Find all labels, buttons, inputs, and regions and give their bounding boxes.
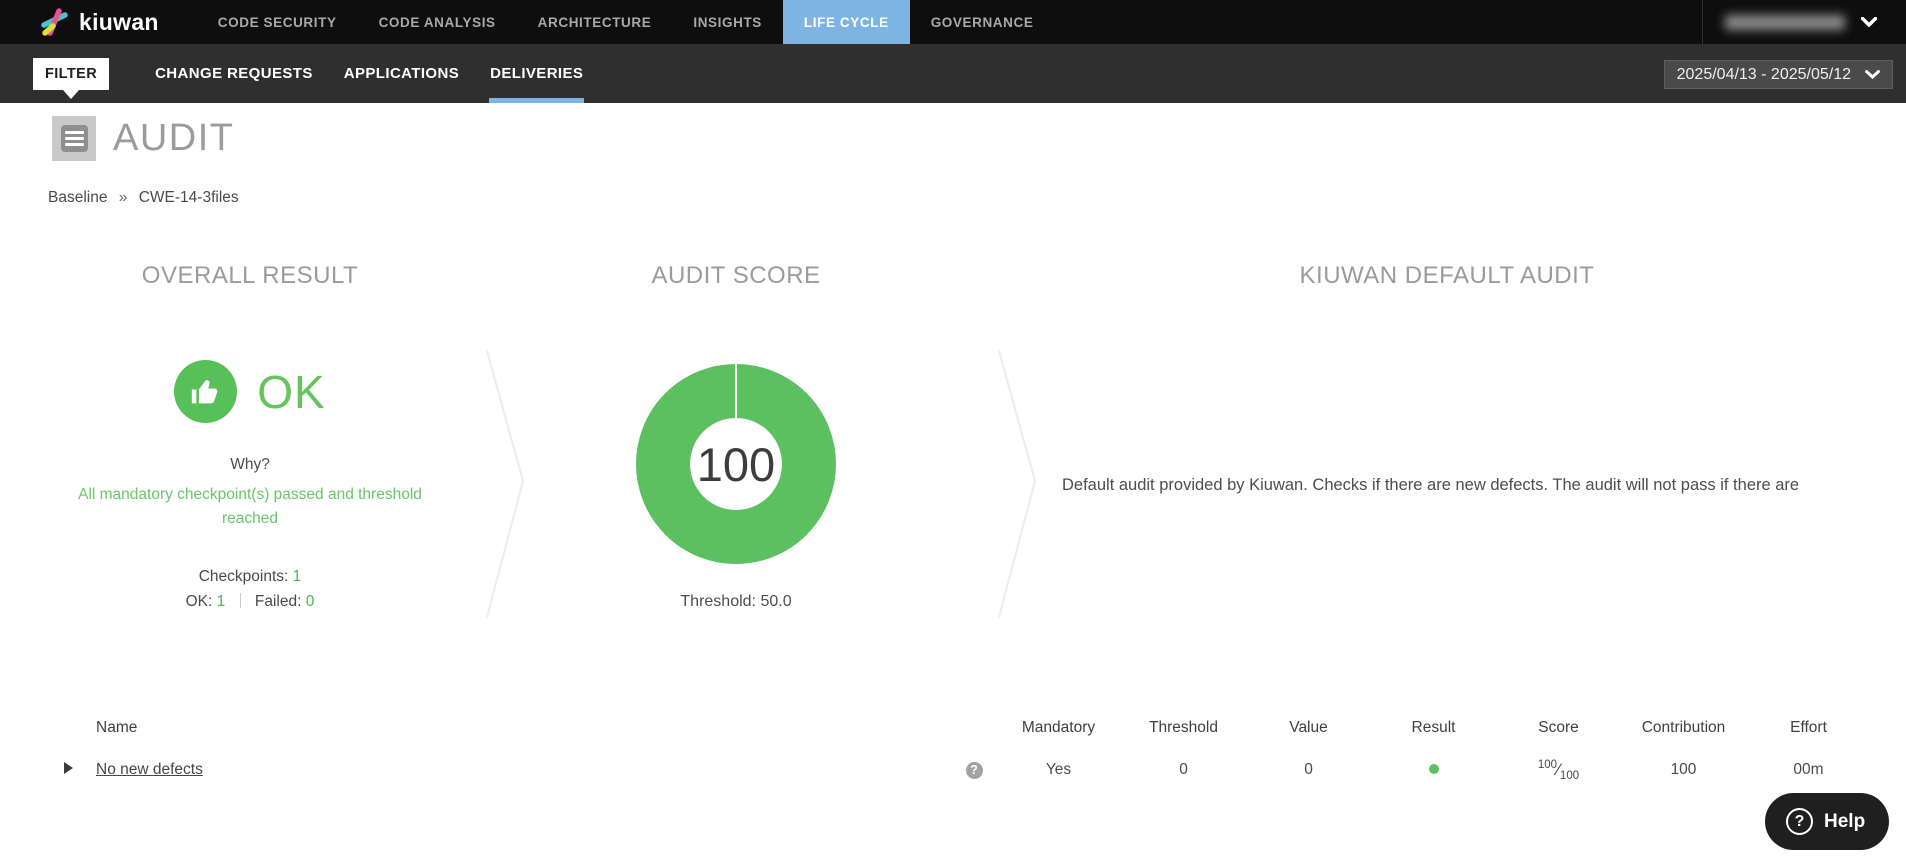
cell-threshold: 0	[1179, 761, 1188, 778]
audit-score-section: AUDIT SCORE 100 Threshold: 50.0	[536, 262, 936, 611]
cell-mandatory: Yes	[1045, 761, 1072, 778]
column-header-result: Result	[1411, 719, 1456, 736]
overall-reason: All mandatory checkpoint(s) passed and t…	[78, 486, 422, 528]
score-denominator: 100	[1559, 769, 1580, 782]
column-header-effort: Effort	[1790, 719, 1827, 736]
audit-score-heading: AUDIT SCORE	[651, 262, 821, 289]
column-header-mandatory: Mandatory	[1021, 719, 1096, 736]
top-nav-bar: kiuwan CODE SECURITY CODE ANALYSIS ARCHI…	[0, 0, 1906, 44]
table-header-row: Name Mandatory Threshold Value Result Sc…	[40, 712, 1891, 744]
audit-score-donut: 100	[636, 364, 836, 564]
chevron-down-icon	[1861, 17, 1877, 27]
tab-change-requests[interactable]: CHANGE REQUESTS	[140, 44, 328, 103]
sub-tabs: CHANGE REQUESTS APPLICATIONS DELIVERIES	[140, 44, 599, 103]
threshold-label: Threshold:	[680, 593, 756, 610]
breadcrumb: Baseline » CWE-14-3files	[48, 189, 239, 207]
expand-row-icon[interactable]	[63, 762, 73, 774]
cell-effort: 00m	[1793, 761, 1824, 778]
threshold-value: 50.0	[760, 593, 792, 610]
user-account-menu[interactable]	[1702, 0, 1906, 44]
table-row: No new defects Yes 0 0 100100 100 00m	[40, 750, 1891, 790]
filter-button[interactable]: FILTER	[33, 57, 110, 99]
date-range-dropdown[interactable]: 2025/04/13 - 2025/05/12	[1663, 60, 1893, 89]
column-header-threshold: Threshold	[1149, 719, 1218, 736]
checkpoints-table: Name Mandatory Threshold Value Result Sc…	[40, 712, 1891, 790]
column-header-name: Name	[96, 719, 138, 736]
kiuwan-logo[interactable]: kiuwan	[0, 0, 197, 44]
ok-value: 1	[216, 593, 226, 611]
default-audit-heading: KIUWAN DEFAULT AUDIT	[1299, 262, 1595, 289]
ok-failed-line: OK: 1 Failed: 0	[30, 593, 470, 611]
page-title-row: AUDIT	[52, 116, 235, 161]
result-pass-icon	[1428, 764, 1439, 774]
nav-item-governance[interactable]: GOVERNANCE	[910, 0, 1055, 44]
question-circle-icon[interactable]	[965, 761, 983, 779]
life-cycle-sub-nav: FILTER CHANGE REQUESTS APPLICATIONS DELI…	[0, 44, 1906, 103]
overall-result-heading: OVERALL RESULT	[141, 262, 359, 289]
cell-contribution: 100	[1670, 761, 1697, 778]
why-label: Why?	[230, 456, 270, 473]
nav-item-life-cycle[interactable]: LIFE CYCLE	[782, 0, 910, 44]
cell-score: 100100	[1496, 759, 1621, 782]
cell-result	[1371, 761, 1496, 779]
nav-item-code-analysis[interactable]: CODE ANALYSIS	[358, 0, 517, 44]
chevron-down-icon	[1865, 70, 1880, 79]
failed-label: Failed:	[254, 593, 302, 611]
nav-item-architecture[interactable]: ARCHITECTURE	[517, 0, 673, 44]
section-separator-chevron	[998, 350, 1037, 618]
kiuwan-asterisk-icon	[40, 7, 70, 37]
kiuwan-default-audit-section: KIUWAN DEFAULT AUDIT Default audit provi…	[1062, 262, 1906, 495]
breadcrumb-parent[interactable]: Baseline	[48, 189, 107, 206]
date-range-value: 2025/04/13 - 2025/05/12	[1676, 65, 1851, 83]
column-header-score: Score	[1538, 719, 1579, 736]
breadcrumb-separator: »	[118, 189, 128, 206]
column-header-value: Value	[1289, 719, 1328, 736]
brand-name: kiuwan	[79, 8, 159, 35]
user-name-redacted	[1725, 14, 1845, 30]
nav-item-insights[interactable]: INSIGHTS	[672, 0, 783, 44]
thumbs-up-icon	[174, 360, 238, 423]
tab-applications[interactable]: APPLICATIONS	[329, 44, 474, 103]
threshold-line: Threshold: 50.0	[536, 593, 936, 611]
help-button-label: Help	[1824, 810, 1866, 832]
overall-result-section: OVERALL RESULT OK Why? All mandatory che…	[30, 262, 470, 611]
audit-score-value: 100	[696, 437, 776, 491]
page-title: AUDIT	[113, 117, 235, 159]
checkpoints-line: Checkpoints: 1	[30, 568, 470, 586]
nav-item-code-security[interactable]: CODE SECURITY	[197, 0, 358, 44]
section-separator-chevron	[486, 350, 525, 618]
column-header-contribution: Contribution	[1641, 719, 1726, 736]
question-circle-icon	[1786, 808, 1813, 835]
checkpoint-name-link[interactable]: No new defects	[96, 761, 203, 778]
failed-value: 0	[305, 593, 315, 611]
checkpoints-label: Checkpoints:	[198, 568, 289, 586]
overall-status-text: OK	[257, 365, 326, 418]
cell-value: 0	[1304, 761, 1313, 778]
score-numerator: 100	[1537, 758, 1558, 771]
checkpoints-value: 1	[292, 568, 302, 586]
default-audit-description: Default audit provided by Kiuwan. Checks…	[1062, 476, 1800, 494]
list-lines-icon	[52, 116, 96, 161]
tab-deliveries[interactable]: DELIVERIES	[475, 44, 598, 103]
overall-status: OK	[30, 360, 470, 423]
breadcrumb-current: CWE-14-3files	[138, 189, 239, 206]
help-button[interactable]: Help	[1765, 793, 1890, 850]
vertical-divider	[239, 593, 241, 609]
ok-label: OK:	[185, 593, 213, 611]
